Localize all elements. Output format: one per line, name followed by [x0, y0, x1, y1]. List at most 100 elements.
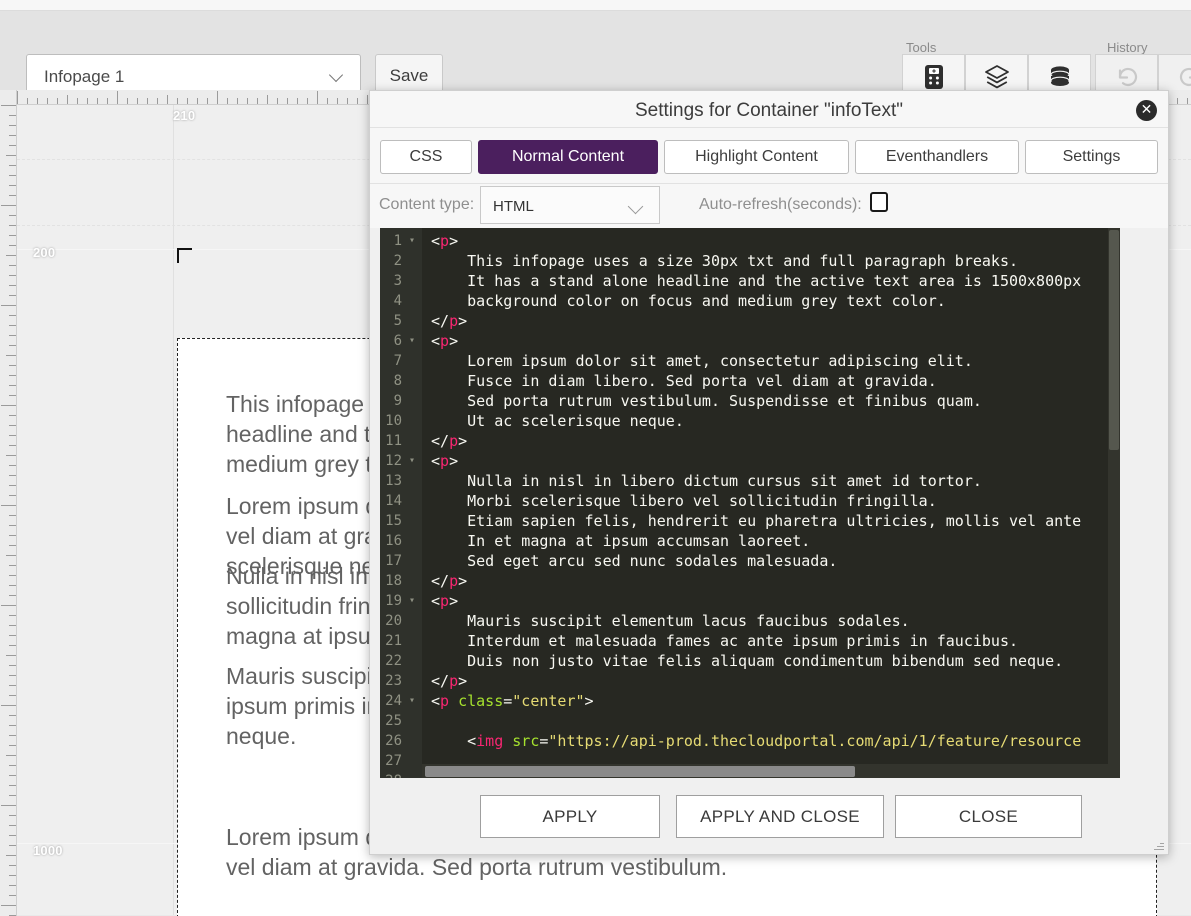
tools-group-label: Tools	[906, 40, 937, 55]
editor-code-line: <p>	[431, 592, 459, 610]
tab-highlight-content[interactable]: Highlight Content	[664, 140, 849, 174]
editor-line-number: 20	[385, 613, 402, 629]
editor-code-line: Interdum et malesuada fames ac ante ipsu…	[431, 632, 1018, 650]
editor-line-number: 10	[385, 413, 402, 429]
editor-line-number: 6	[393, 333, 402, 349]
editor-vertical-scrollbar[interactable]	[1108, 228, 1120, 778]
editor-line-number: 7	[393, 353, 402, 369]
dialog-button-row: APPLY APPLY AND CLOSE CLOSE	[370, 779, 1168, 854]
editor-line-number: 16	[385, 533, 402, 549]
layers-icon	[984, 64, 1010, 90]
editor-code-line: Etiam sapien felis, hendrerit eu pharetr…	[431, 512, 1082, 530]
editor-line-number: 14	[385, 493, 402, 509]
code-fold-toggle-icon[interactable]: ▾	[409, 591, 415, 611]
editor-code-line: <p>	[431, 332, 459, 350]
editor-horizontal-scrollbar[interactable]	[422, 764, 1108, 778]
code-fold-toggle-icon[interactable]: ▾	[409, 451, 415, 471]
page-select-value: Infopage 1	[44, 67, 125, 86]
editor-line-number: 27	[385, 753, 402, 769]
editor-line-number: 25	[385, 713, 402, 729]
editor-code-line: </p>	[431, 572, 468, 590]
content-type-label: Content type:	[379, 196, 475, 213]
vertical-ruler	[0, 90, 17, 916]
browser-chrome-strip	[0, 0, 1191, 11]
editor-code-area[interactable]: <p> This infopage uses a size 30px txt a…	[422, 228, 1120, 778]
tab-settings[interactable]: Settings	[1025, 140, 1158, 174]
editor-line-number: 17	[385, 553, 402, 569]
container-settings-dialog: Settings for Container "infoText" ✕ CSS …	[369, 90, 1169, 855]
editor-horizontal-scroll-thumb[interactable]	[425, 766, 855, 777]
editor-code-line: <p>	[431, 452, 459, 470]
editor-line-number: 9	[393, 393, 402, 409]
editor-line-number: 15	[385, 513, 402, 529]
container-resize-handle-tl[interactable]	[177, 248, 192, 263]
editor-code-line: It has a stand alone headline and the ac…	[431, 272, 1082, 290]
code-editor[interactable]: 1 ▾ 2 3 4 5 6 ▾ 7 8 9 10 11 12 ▾ 13 14 15 16 17 18 19 ▾ 20 21 22 2…	[380, 228, 1120, 778]
ruler-number-200: 200	[33, 245, 56, 260]
editor-code-line: <img src="https://api-prod.thecloudporta…	[467, 732, 1082, 750]
code-fold-toggle-icon[interactable]: ▾	[409, 331, 415, 351]
content-type-value: HTML	[493, 198, 534, 215]
editor-code-line: Duis non justo vitae felis aliquam condi…	[431, 652, 1064, 670]
ruler-number-210: 210	[173, 108, 196, 123]
history-group-label: History	[1107, 40, 1148, 55]
close-button[interactable]: CLOSE	[895, 795, 1082, 838]
editor-line-number: 19	[385, 593, 402, 609]
chevron-down-icon	[330, 68, 344, 82]
ruler-number-1000: 1000	[33, 843, 63, 858]
editor-line-number: 18	[385, 573, 402, 589]
dialog-title-bar[interactable]: Settings for Container "infoText" ✕	[370, 91, 1168, 128]
editor-line-number: 8	[393, 373, 402, 389]
editor-line-number: 12	[385, 453, 402, 469]
chevron-down-icon	[629, 200, 643, 214]
editor-code-line: Nulla in nisl in libero dictum cursus si…	[431, 472, 982, 490]
editor-code-line: Ut ac scelerisque neque.	[431, 412, 684, 430]
editor-code-line: This infopage uses a size 30px txt and f…	[431, 252, 1018, 270]
editor-line-number: 28	[385, 771, 402, 778]
close-icon[interactable]: ✕	[1136, 100, 1157, 121]
editor-code-line: </p>	[431, 672, 468, 690]
editor-code-line: Mauris suscipit elementum lacus faucibus…	[431, 612, 910, 630]
apply-and-close-button[interactable]: APPLY AND CLOSE	[676, 795, 884, 838]
editor-code-line: </p>	[431, 312, 468, 330]
editor-line-number: 1	[393, 233, 402, 249]
database-icon	[1047, 65, 1073, 89]
content-type-row: Content type: HTML Auto-refresh(seconds)…	[370, 184, 1168, 228]
editor-line-number: 13	[385, 473, 402, 489]
auto-refresh-checkbox[interactable]	[870, 192, 888, 212]
code-fold-toggle-icon[interactable]: ▾	[409, 691, 415, 711]
editor-line-number: 2	[393, 253, 402, 269]
editor-line-number: 24	[385, 693, 402, 709]
tab-css[interactable]: CSS	[380, 140, 472, 174]
editor-code-line: Sed porta rutrum vestibulum. Suspendisse…	[431, 392, 982, 410]
dialog-tabs: CSS Normal Content Highlight Content Eve…	[370, 128, 1168, 184]
editor-vertical-scroll-thumb[interactable]	[1109, 230, 1119, 450]
editor-code-line: </p>	[431, 432, 468, 450]
editor-line-number: 11	[385, 433, 402, 449]
undo-icon	[1113, 66, 1141, 88]
editor-code-line: <p class="center">	[431, 692, 594, 710]
editor-code-line: background color on focus and medium gre…	[431, 292, 946, 310]
editor-line-number: 22	[385, 653, 402, 669]
editor-code-line: <p>	[431, 232, 459, 250]
editor-line-number: 3	[393, 273, 402, 289]
content-type-select[interactable]: HTML	[480, 186, 660, 224]
dialog-resize-grip[interactable]	[1154, 840, 1164, 850]
editor-code-line: In et magna at ipsum accumsan laoreet.	[431, 532, 811, 550]
tab-normal-content[interactable]: Normal Content	[478, 140, 658, 174]
editor-gutter: 1 ▾ 2 3 4 5 6 ▾ 7 8 9 10 11 12 ▾ 13 14 15 16 17 18 19 ▾ 20 21 22 2…	[380, 228, 422, 778]
apply-button[interactable]: APPLY	[480, 795, 660, 838]
dialog-title: Settings for Container "infoText"	[634, 100, 903, 121]
editor-code-line: Morbi scelerisque libero vel sollicitudi…	[431, 492, 937, 510]
editor-line-number: 23	[385, 673, 402, 689]
editor-line-number: 21	[385, 633, 402, 649]
tab-eventhandlers[interactable]: Eventhandlers	[855, 140, 1019, 174]
editor-line-number: 4	[393, 293, 402, 309]
app-toolbar: Infopage 1 Save Tools History	[0, 11, 1191, 100]
editor-line-number: 5	[393, 313, 402, 329]
redo-icon	[1176, 66, 1191, 88]
editor-code-line: Sed eget arcu sed nunc sodales malesuada…	[431, 552, 838, 570]
code-fold-toggle-icon[interactable]: ▾	[409, 231, 415, 251]
auto-refresh-label: Auto-refresh(seconds):	[699, 196, 862, 213]
editor-code-line: Fusce in diam libero. Sed porta vel diam…	[431, 372, 937, 390]
